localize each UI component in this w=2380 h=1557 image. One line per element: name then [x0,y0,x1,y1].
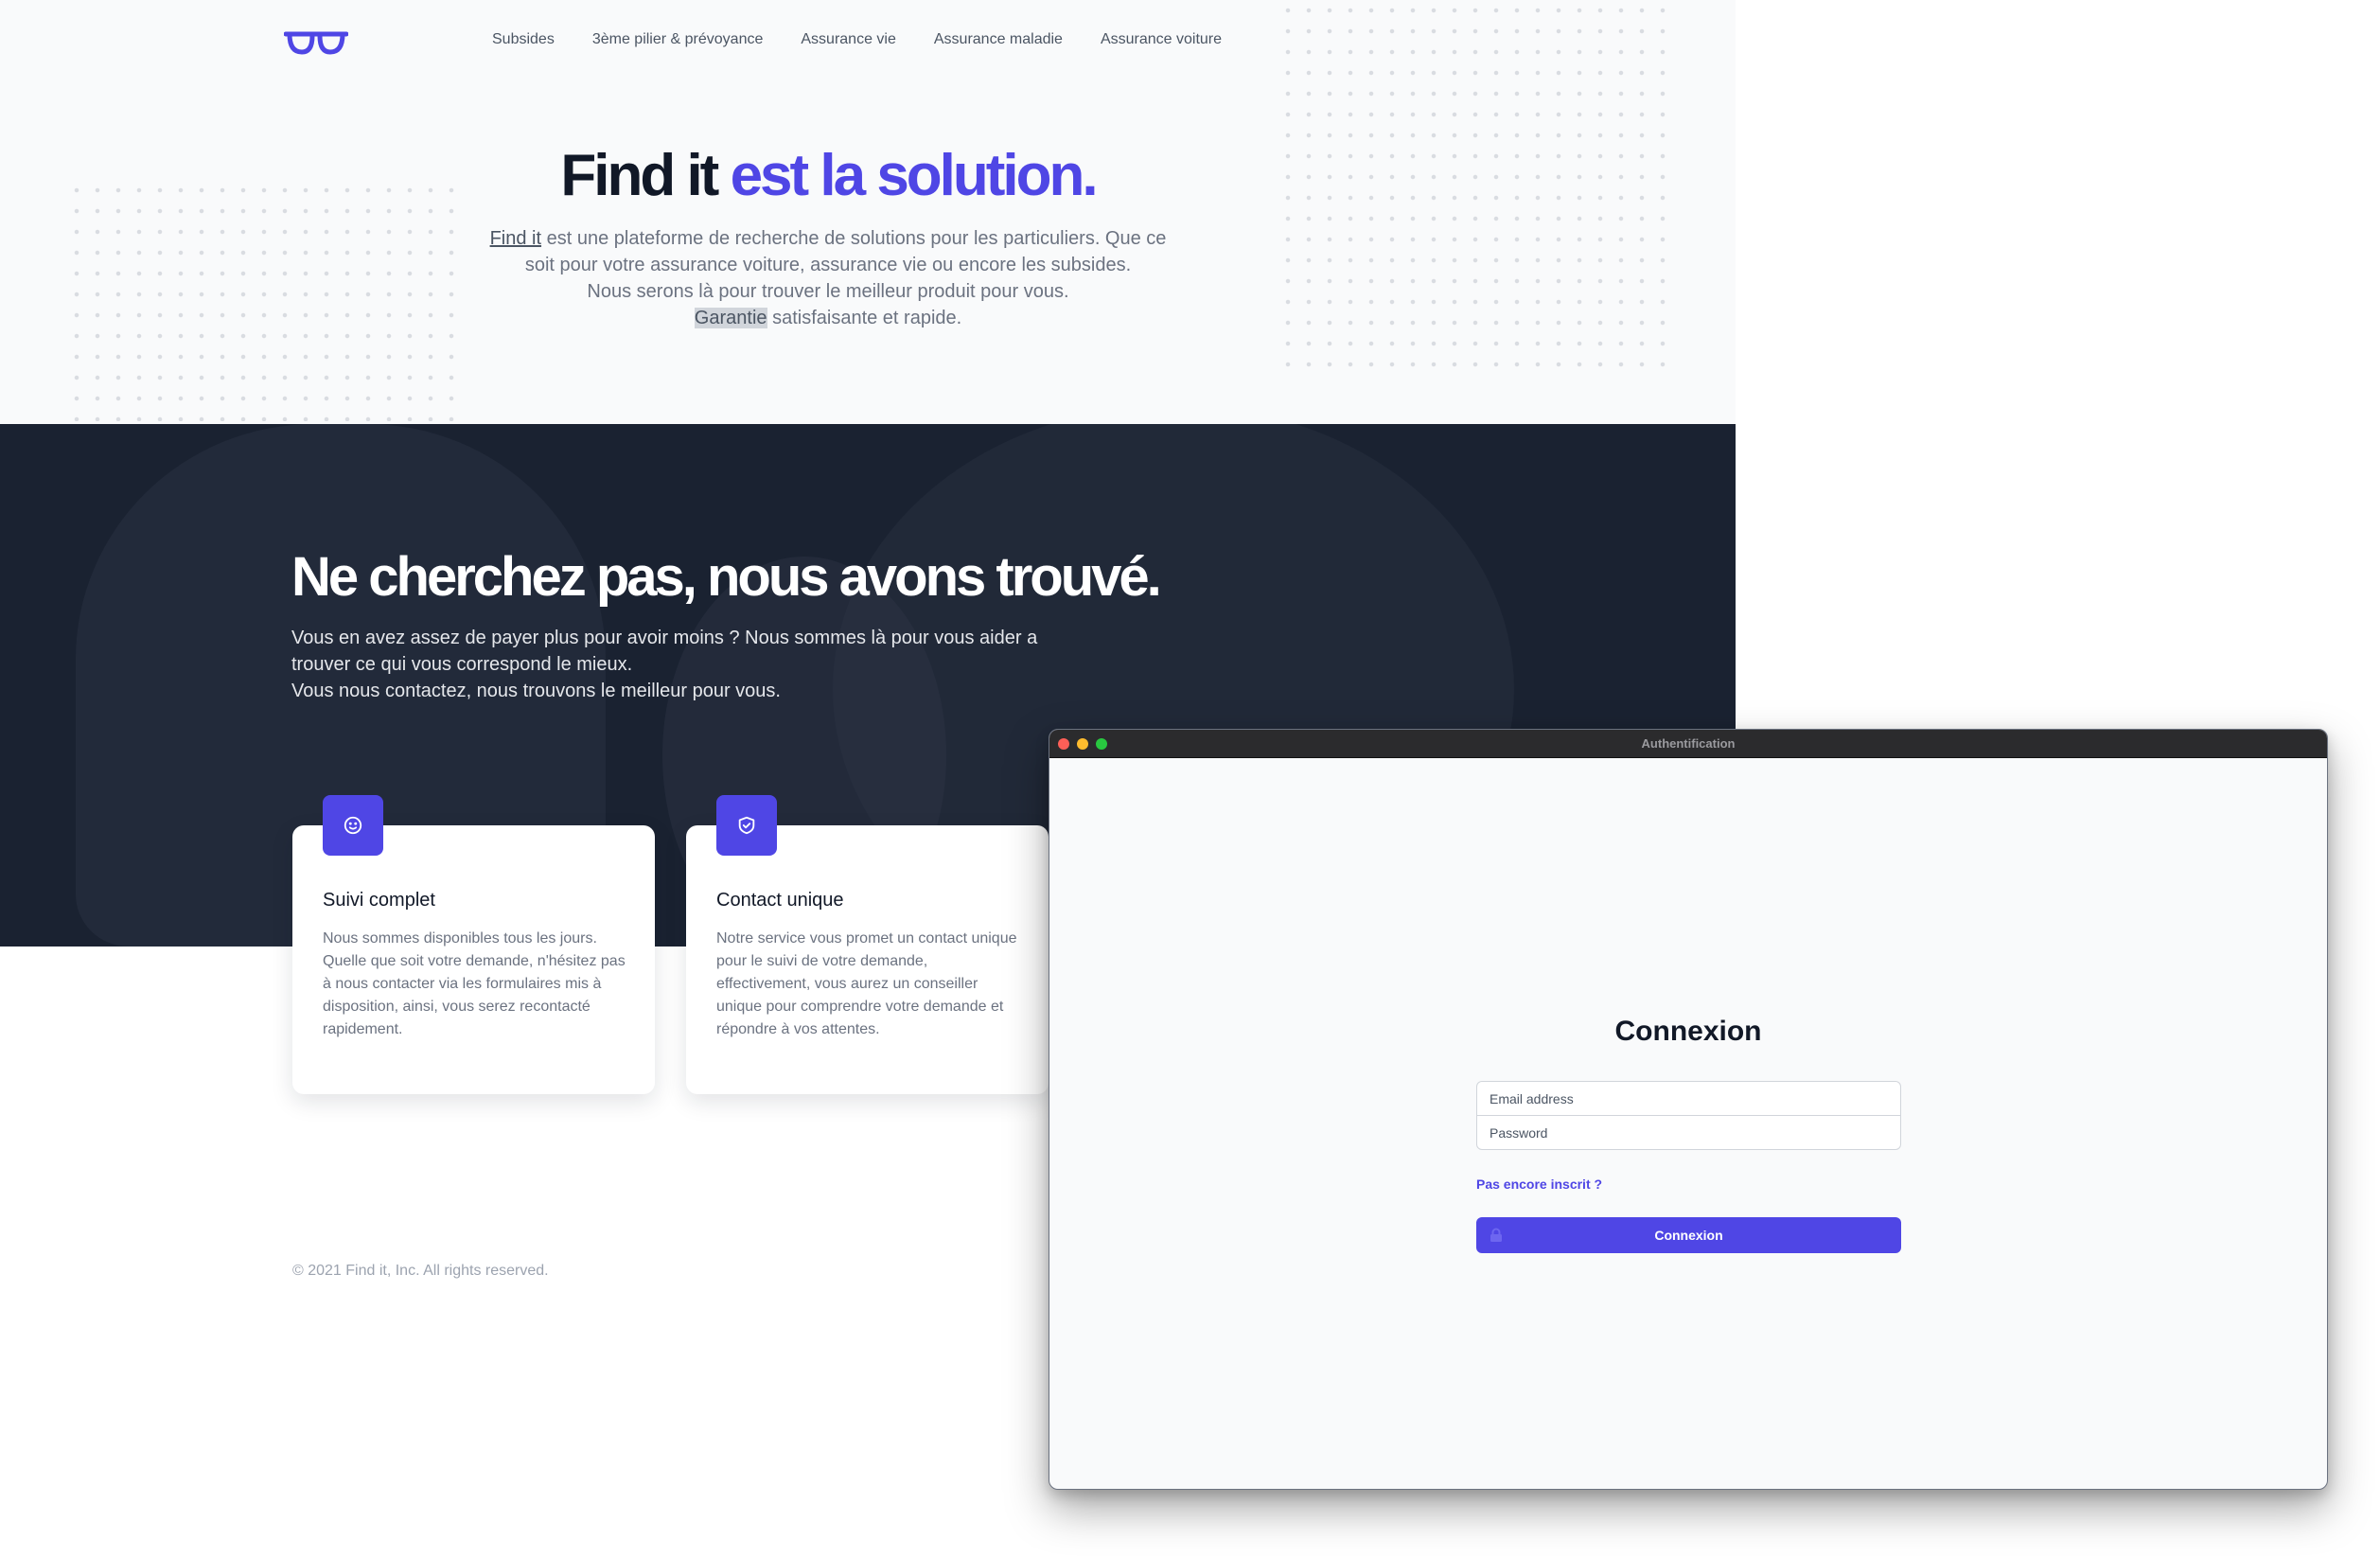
lock-icon [1490,1228,1502,1242]
card-title: Suivi complet [323,890,435,911]
email-field[interactable] [1476,1081,1901,1116]
nav-item-assurance-vie[interactable]: Assurance vie [801,31,896,48]
footer-copyright: © 2021 Find it, Inc. All rights reserved… [292,1263,549,1279]
nav-item-subsides[interactable]: Subsides [492,31,555,48]
hero-findit-link[interactable]: Find it [490,228,541,249]
section-description: Vous en avez assez de payer plus pour av… [291,625,1049,704]
login-button[interactable]: Connexion [1476,1217,1901,1253]
card-title: Contact unique [716,890,844,911]
smile-icon [323,795,383,856]
hero-text-line1: est une plateforme de recherche de solut… [524,228,1167,275]
hero-title: Find it est la solution. [0,142,1656,209]
feature-card-suivi: Suivi complet Nous sommes disponibles to… [292,795,655,1094]
hero-highlight: Garantie [694,308,767,328]
dot-pattern-left [66,180,454,421]
card-text: Notre service vous promet un contact uni… [716,930,1017,1037]
section-title: Ne cherchez pas, nous avons trouvé. [291,546,1162,608]
hero-text-line3: satisfaisante et rapide. [767,308,962,328]
section-text-line2: Vous nous contactez, nous trouvons le me… [291,681,781,701]
hero-title-main: Find it [560,143,719,208]
hero-description: Find it est une plateforme de recherche … [473,225,1183,331]
main-nav: Subsides 3ème pilier & prévoyance Assura… [492,31,1222,48]
password-field[interactable] [1476,1115,1901,1150]
card-text: Nous sommes disponibles tous les jours. … [323,930,626,1037]
hero-text-line2: Nous serons là pour trouver le meilleur … [587,281,1069,302]
glasses-logo-icon[interactable] [284,28,348,55]
hero-section: Subsides 3ème pilier & prévoyance Assura… [0,0,1736,424]
feature-card-contact: Contact unique Notre service vous promet… [686,795,1049,1094]
window-titlebar[interactable]: Authentification [1049,730,2327,758]
login-button-label: Connexion [1654,1228,1723,1243]
shield-check-icon [716,795,777,856]
nav-item-assurance-voiture[interactable]: Assurance voiture [1101,31,1222,48]
window-title: Authentification [1641,736,1736,751]
nav-item-3eme-pilier[interactable]: 3ème pilier & prévoyance [592,31,764,48]
nav-item-assurance-maladie[interactable]: Assurance maladie [934,31,1063,48]
hero-title-accent: est la solution. [730,143,1099,208]
auth-window: Authentification Connexion Pas encore in… [1049,729,2328,1490]
login-heading: Connexion [1614,1016,1762,1047]
section-text-line1: Vous en avez assez de payer plus pour av… [291,628,1038,675]
signup-link[interactable]: Pas encore inscrit ? [1476,1177,1602,1192]
